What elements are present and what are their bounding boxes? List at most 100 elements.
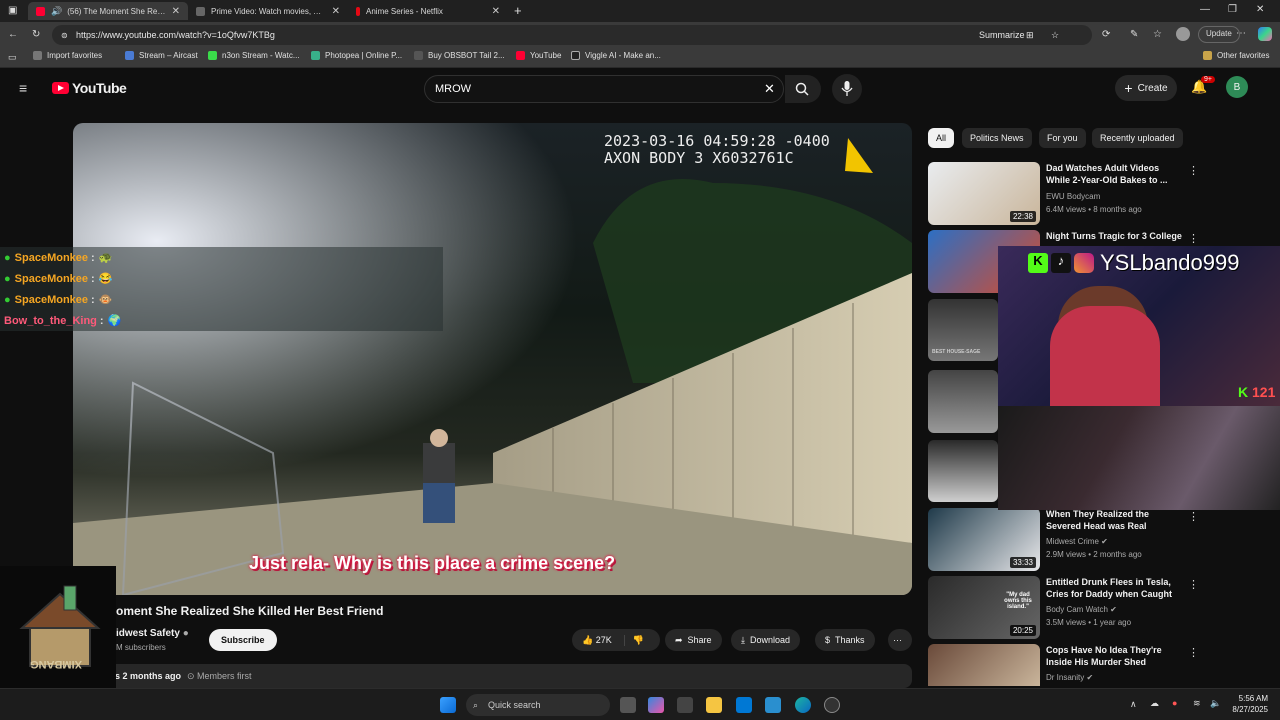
account-avatar[interactable]: B (1226, 76, 1248, 98)
clear-search-icon[interactable]: ✕ (764, 81, 775, 97)
tab-netflix[interactable]: Anime Series - Netflix ✕ (348, 2, 508, 20)
file-explorer-icon[interactable] (706, 697, 722, 713)
keyboard-cam (998, 406, 1280, 510)
webcam-overlay: K ♪ YSLbando999 K 121 (998, 246, 1280, 406)
bookmark-aircast[interactable]: Stream – Aircast (125, 51, 198, 60)
more-actions-button[interactable]: ··· (888, 629, 912, 651)
search-icon (795, 82, 809, 96)
site-info-icon[interactable]: ⊜ (61, 31, 68, 40)
volume-icon[interactable]: 🔈 (1210, 698, 1221, 709)
video-title: Dad Watches Adult Videos While 2-Year-Ol… (1046, 163, 1168, 185)
thumbnail[interactable] (928, 440, 998, 502)
more-options-icon[interactable]: ⋮ (1188, 646, 1199, 659)
tray-chevron-icon[interactable]: ∧ (1130, 699, 1137, 710)
thumbnail[interactable]: 22:38 (928, 162, 1040, 225)
minimize-icon[interactable]: — (1200, 4, 1210, 15)
edge-icon[interactable] (795, 697, 811, 713)
tab-prime[interactable]: Prime Video: Watch movies, TV sh ✕ (188, 2, 348, 20)
more-options-icon[interactable]: ⋮ (1188, 578, 1199, 591)
video-player[interactable]: 2023-03-16 04:59:28 -0400 AXON BODY 3 X6… (73, 123, 912, 595)
more-options-icon[interactable]: ⋮ (1188, 232, 1199, 245)
search-button[interactable] (785, 75, 821, 103)
start-menu-icon[interactable] (440, 697, 456, 713)
chip-recently-uploaded[interactable]: Recently uploaded (1092, 128, 1183, 148)
speaker-icon[interactable]: 🔊 (51, 6, 62, 17)
channel-name: Body Cam Watch ✔ (1046, 605, 1117, 614)
close-tab-icon[interactable]: ✕ (332, 6, 340, 17)
tab-actions-icon[interactable]: ▣ (8, 5, 17, 16)
thumbnail[interactable] (928, 644, 1040, 686)
chip-all[interactable]: All (928, 128, 955, 148)
mic-tray-icon[interactable]: ● (1172, 698, 1177, 708)
thumbnail[interactable]: "My dad owns this island." 20:25 (928, 576, 1040, 639)
chip-for-you[interactable]: For you (1039, 128, 1086, 148)
subscriber-count: M subscribers (116, 643, 166, 652)
wifi-icon[interactable]: ≋ (1193, 698, 1201, 709)
share-button[interactable]: ➦ Share (665, 629, 722, 651)
description-box[interactable]: s 2 months ago ⊙ Members first (73, 664, 912, 688)
voice-search-button[interactable] (832, 74, 862, 104)
favorite-star-icon[interactable]: ☆ (1051, 30, 1059, 41)
recommended-video[interactable]: "My dad owns this island." 20:25 Entitle… (928, 576, 1268, 640)
thumbs-down-icon: 👎 (632, 634, 644, 645)
copilot-icon[interactable] (1258, 27, 1272, 41)
copilot-taskbar-icon[interactable] (648, 697, 664, 713)
close-tab-icon[interactable]: ✕ (172, 6, 180, 17)
download-button[interactable]: ⤓ Download (731, 629, 801, 651)
channel-name[interactable]: idwest Safety ● (116, 628, 189, 639)
bookmark-n3on[interactable]: n3on Stream - Watc... (208, 51, 300, 60)
dislike-button[interactable]: 👎 (623, 634, 644, 646)
hamburger-menu-icon[interactable]: ≡ (19, 80, 27, 96)
tab-youtube[interactable]: 🔊 (56) The Moment She Realized She ✕ (28, 2, 188, 20)
more-options-icon[interactable]: ⋮ (1188, 510, 1199, 523)
update-button[interactable]: Update (1198, 26, 1240, 43)
thumbnail[interactable]: BEST HOUSE-SAGE (928, 299, 998, 361)
bookmark-viggle[interactable]: Viggle AI - Make an... (571, 51, 661, 60)
bookmark-obsbot[interactable]: Buy OBSBOT Tail 2... (414, 51, 505, 60)
chat-message: ● SpaceMonkee: 🐢 (0, 247, 443, 268)
clock[interactable]: 5:56 AM 8/27/2025 (1228, 693, 1268, 715)
summarize-button[interactable]: Summarize (979, 30, 1025, 40)
task-view-icon[interactable] (620, 697, 636, 713)
bookmark-youtube[interactable]: YouTube (516, 51, 561, 60)
store-icon[interactable] (677, 697, 693, 713)
maximize-icon[interactable]: ❐ (1228, 4, 1237, 15)
favorites-icon[interactable]: ☆ (1153, 29, 1162, 40)
thumbnail[interactable]: 33:33 (928, 508, 1040, 571)
profile-avatar[interactable] (1176, 27, 1190, 41)
thumbnail[interactable] (928, 370, 998, 433)
subscribe-button[interactable]: Subscribe (209, 629, 277, 651)
close-tab-icon[interactable]: ✕ (492, 6, 500, 17)
reading-list-icon[interactable]: ▭ (8, 52, 17, 63)
plus-icon: + (1124, 80, 1133, 96)
more-menu-icon[interactable]: ⋯ (1236, 28, 1246, 39)
bookmark-photopea[interactable]: Photopea | Online P... (311, 51, 402, 60)
photos-icon[interactable] (765, 697, 781, 713)
recommended-video[interactable]: Cops Have No Idea They're Inside His Mur… (928, 644, 1268, 686)
chip-politics-news[interactable]: Politics News (962, 128, 1032, 148)
back-icon[interactable]: ← (8, 29, 18, 40)
apps-icon[interactable]: ⊞ (1026, 30, 1034, 41)
close-window-icon[interactable]: ✕ (1256, 4, 1264, 15)
other-favorites[interactable]: Other favorites (1203, 51, 1269, 60)
tracking-icon[interactable]: ✎ (1130, 29, 1138, 40)
outlook-icon[interactable] (736, 697, 752, 713)
obs-icon[interactable] (824, 697, 840, 713)
recommended-video[interactable]: 22:38 Dad Watches Adult Videos While 2-Y… (928, 162, 1268, 226)
new-tab-button[interactable]: + (514, 3, 522, 18)
search-input[interactable]: MROW ✕ (424, 75, 784, 103)
like-button[interactable]: 👍 27K (582, 635, 612, 646)
extensions-icon[interactable]: ⟳ (1102, 29, 1110, 40)
thanks-button[interactable]: $ Thanks (815, 629, 875, 651)
youtube-logo[interactable]: YouTube (52, 80, 127, 96)
thumbs-up-icon: 👍 (582, 634, 594, 645)
recommended-video[interactable]: 33:33 When They Realized the Severed Hea… (928, 508, 1268, 572)
bookmark-import[interactable]: Import favorites (33, 51, 102, 60)
taskbar-search[interactable]: ⌕ Quick search (466, 694, 610, 716)
more-options-icon[interactable]: ⋮ (1188, 164, 1199, 177)
channel-name: Midwest Crime ✔ (1046, 537, 1108, 546)
url-input[interactable]: ⊜ https://www.youtube.com/watch?v=1oQfvw… (52, 25, 1092, 45)
create-button[interactable]: + Create (1115, 75, 1177, 101)
cloud-icon[interactable]: ☁ (1150, 698, 1159, 709)
refresh-icon[interactable]: ↻ (32, 29, 40, 40)
